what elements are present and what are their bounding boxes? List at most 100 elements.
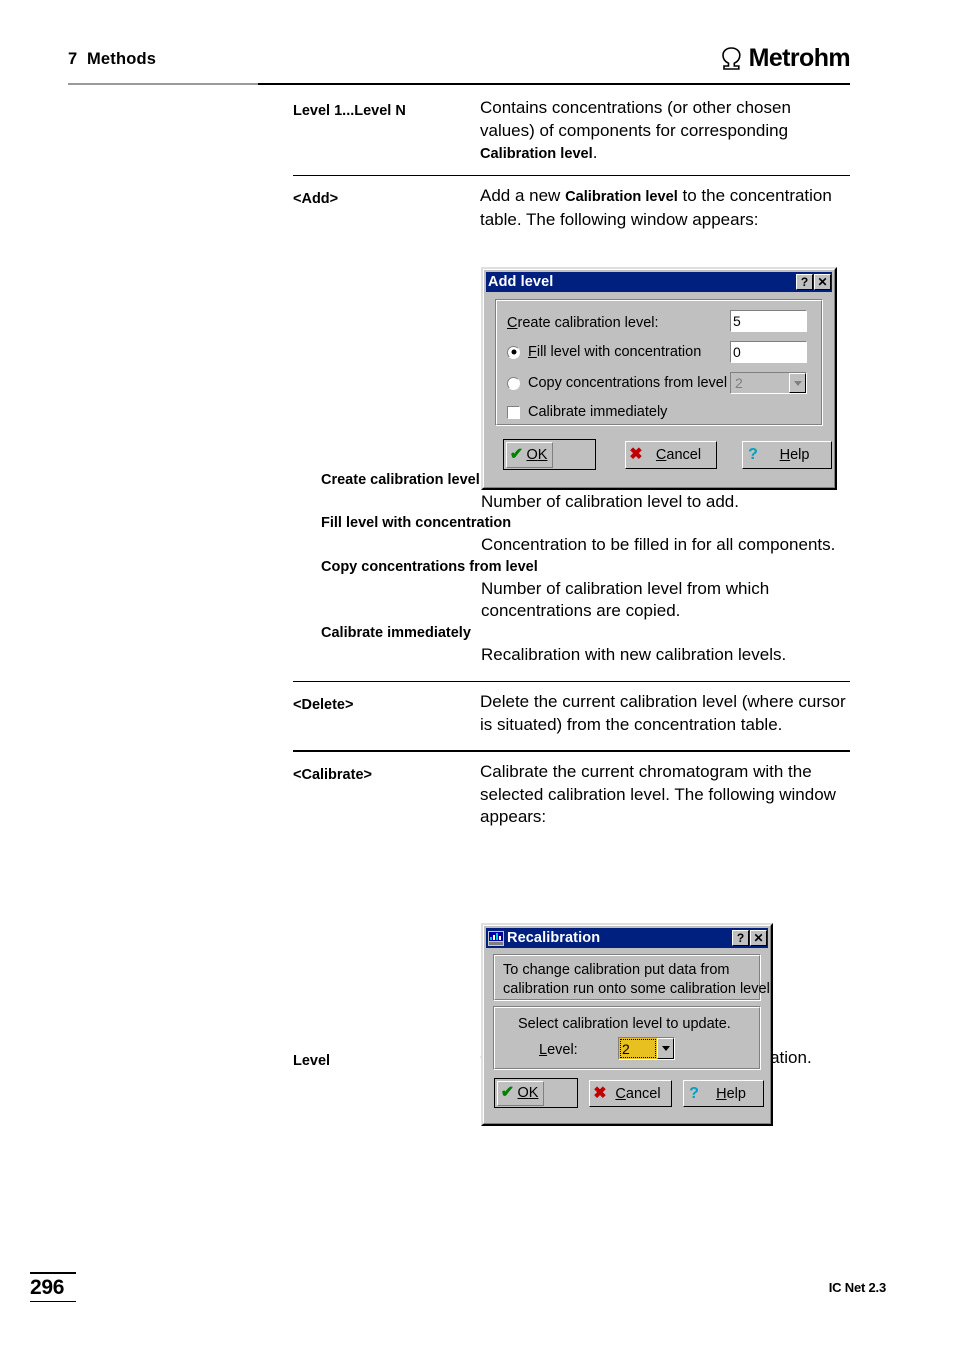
help-button-label: Help <box>716 1085 746 1102</box>
definition-term: Calibrate immediately <box>321 624 471 641</box>
term-label: <Delete> <box>293 697 354 714</box>
cross-icon: ✖ <box>593 1084 607 1102</box>
accel-char: C <box>507 315 518 331</box>
help-button-label: Help <box>779 447 810 463</box>
desc-seg-bold: Calibration level <box>565 189 678 206</box>
page-number-rule-bottom <box>30 1300 76 1303</box>
cancel-button[interactable]: ✖ Cancel <box>625 441 717 469</box>
document-version: IC Net 2.3 <box>828 1280 886 1295</box>
chart-app-icon <box>488 930 504 946</box>
definition-row-level-n: Level 1...Level N Contains concentration… <box>293 97 850 166</box>
info-line-2: calibration run onto some calibration le… <box>503 981 774 997</box>
add-level-groupbox: Create calibration level: 5 Fill level w… <box>495 299 823 426</box>
definition-row-delete: <Delete> Delete the current calibration … <box>293 691 850 736</box>
recalibration-dialog[interactable]: Recalibration ? ✕ To change calibration … <box>481 923 774 1126</box>
page-footer: 296 IC Net 2.3 <box>0 1272 954 1332</box>
question-mark-icon: ? <box>748 446 758 463</box>
description-text: Delete the current calibration level (wh… <box>480 692 846 734</box>
calibrate-immediately-checkbox[interactable] <box>507 405 520 419</box>
check-icon: ✔ <box>509 445 524 463</box>
cancel-button-label: Cancel <box>615 1085 661 1102</box>
description-text: Contains concentrations (or other chosen… <box>480 97 850 166</box>
chapter-title: 7 Methods <box>68 50 157 68</box>
cancel-button-label: Cancel <box>655 447 702 463</box>
definition-body: Recalibration with new calibration level… <box>481 644 787 664</box>
level-combobox[interactable]: 2 <box>618 1037 675 1060</box>
fill-level-radio[interactable] <box>507 345 520 359</box>
ok-button-label: OK <box>526 446 548 463</box>
term-label: <Calibrate> <box>293 766 372 783</box>
info-line-1: To change calibration put data from <box>503 962 730 978</box>
recalibration-select-groupbox: Select calibration level to update. Leve… <box>493 1006 761 1070</box>
page-number: 296 <box>30 1275 65 1299</box>
desc-seg: Add a new <box>480 186 566 206</box>
add-level-button-bar: ✔ OK ✖ Cancel ? Help <box>486 426 832 476</box>
definition-term: Fill level with concentration <box>321 515 512 532</box>
help-button[interactable]: ? Help <box>742 441 832 469</box>
help-button[interactable]: ? Help <box>683 1080 764 1107</box>
cross-icon: ✖ <box>629 446 643 463</box>
term-label: Level <box>293 1052 331 1069</box>
page-number-block: 296 <box>30 1272 78 1303</box>
fill-level-radio-row[interactable]: Fill level with concentration <box>507 344 701 360</box>
description-text: Calibrate the current chromatogram with … <box>480 761 836 827</box>
recalibration-info-groupbox: To change calibration put data from cali… <box>493 954 774 1001</box>
copy-level-value: 2 <box>735 375 743 391</box>
recalibration-titlebar[interactable]: Recalibration ? ✕ <box>486 928 768 948</box>
recalibration-title: Recalibration <box>507 930 601 946</box>
term-label: <Add> <box>293 191 339 208</box>
recalibration-button-bar: ✔ OK ✖ Cancel ? Help <box>486 1070 768 1115</box>
level-combobox-value[interactable]: 2 <box>619 1038 657 1059</box>
definition-body: Number of calibration level to add. <box>481 491 739 511</box>
desc-seg-bold: Calibration level <box>480 146 593 163</box>
add-level-title: Add level <box>488 274 554 290</box>
label-rest: reate calibration level: <box>517 315 659 331</box>
omega-horseshoe-icon <box>720 47 746 70</box>
calibrate-immediately-label: Calibrate immediately <box>528 404 668 420</box>
add-level-dialog[interactable]: Add level ? ✕ Create calibration level: … <box>481 267 837 490</box>
add-level-titlebar[interactable]: Add level ? ✕ <box>486 272 832 292</box>
question-mark-icon: ? <box>689 1084 699 1102</box>
check-icon: ✔ <box>500 1084 515 1101</box>
definition-row-add: <Add> Add a new Calibration level to the… <box>293 185 850 231</box>
label-rest: ill level with concentration <box>536 344 702 360</box>
desc-seg: Contains concentrations (or other chosen… <box>480 98 791 140</box>
calibrate-immediately-row[interactable]: Calibrate immediately <box>507 404 667 420</box>
header-rule <box>68 83 850 85</box>
description-text: Add a new Calibration level to the conce… <box>480 185 850 231</box>
metrohm-logo: Metrohm <box>720 44 851 72</box>
definition-row-calibrate: <Calibrate> Calibrate the current chroma… <box>293 761 850 829</box>
ok-button[interactable]: ✔ OK <box>503 439 596 470</box>
copy-level-label: Copy concentrations from level <box>528 375 728 391</box>
definition-term: Copy concentrations from level <box>321 558 538 575</box>
definition-list-add-level: Create calibration level Number of calib… <box>293 470 850 667</box>
select-level-label: Select calibration level to update. <box>518 1016 731 1032</box>
fill-level-input[interactable]: 0 <box>730 341 807 363</box>
close-icon[interactable]: ✕ <box>750 930 767 946</box>
brand-name: Metrohm <box>748 44 851 72</box>
definition-body: Concentration to be filled in for all co… <box>481 535 836 555</box>
copy-level-radio[interactable] <box>507 376 520 390</box>
term-label: Level 1...Level N <box>293 103 406 119</box>
desc-seg: . <box>592 143 598 163</box>
help-titlebar-button[interactable]: ? <box>732 930 749 946</box>
copy-level-combobox[interactable]: 2 <box>730 372 807 394</box>
label-rest: evel: <box>547 1042 578 1058</box>
chevron-down-icon[interactable] <box>657 1038 674 1059</box>
create-level-input[interactable]: 5 <box>730 310 807 332</box>
copy-level-radio-row[interactable]: Copy concentrations from level <box>507 375 727 391</box>
create-calibration-level-label: Create calibration level: <box>507 315 659 331</box>
ok-button[interactable]: ✔ OK <box>494 1078 578 1108</box>
definition-body: Number of calibration level from which c… <box>481 578 770 621</box>
accel-char: F <box>528 344 537 360</box>
chevron-down-icon[interactable] <box>789 373 806 393</box>
help-titlebar-button[interactable]: ? <box>796 274 813 290</box>
fill-level-value: 0 <box>733 344 741 360</box>
ok-button-label: OK <box>517 1085 539 1101</box>
level-label: Level: <box>539 1042 578 1058</box>
cancel-button[interactable]: ✖ Cancel <box>589 1080 672 1107</box>
fill-level-label: Fill level with concentration <box>528 344 701 360</box>
create-level-value: 5 <box>733 313 741 329</box>
page-header: 7 Methods Metrohm <box>68 46 851 86</box>
close-icon[interactable]: ✕ <box>814 274 831 290</box>
